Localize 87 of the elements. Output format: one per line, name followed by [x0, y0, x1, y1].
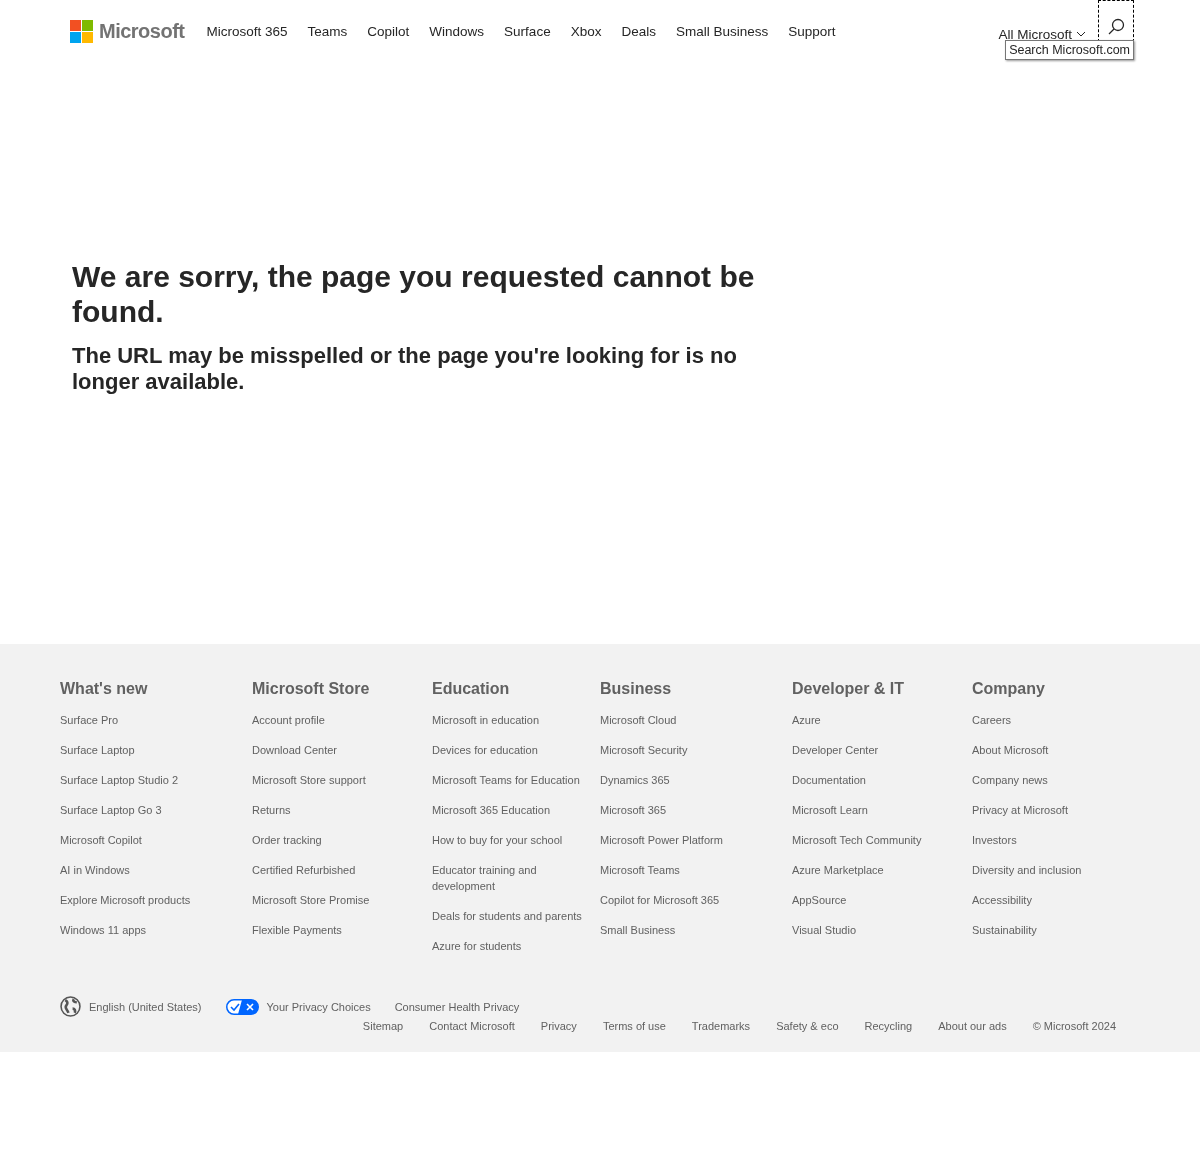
footer-link[interactable]: Microsoft Teams: [600, 862, 760, 878]
footer-heading: Company: [972, 680, 1046, 698]
footer-link[interactable]: Investors: [972, 832, 1132, 848]
footer-link[interactable]: Microsoft 365: [600, 802, 760, 818]
privacy-toggle-icon: [225, 998, 259, 1015]
footer-link[interactable]: Account profile: [252, 712, 412, 728]
footer-link[interactable]: Azure for students: [432, 938, 592, 954]
footer-link[interactable]: Explore Microsoft products: [60, 892, 220, 908]
footer-link[interactable]: Devices for education: [432, 742, 592, 758]
footer-link[interactable]: Download Center: [252, 742, 412, 758]
footer-link[interactable]: Safety & eco: [776, 1020, 839, 1032]
footer-link[interactable]: Microsoft Power Platform: [600, 832, 760, 848]
footer-link[interactable]: AI in Windows: [60, 862, 220, 878]
footer-link[interactable]: Visual Studio: [792, 922, 952, 938]
chevron-down-icon: [1076, 31, 1086, 37]
error-subtitle: The URL may be misspelled or the page you're looking for is no longer available.: [72, 343, 738, 395]
four-squares-icon: [70, 19, 93, 43]
footer-link[interactable]: Microsoft Copilot: [60, 832, 220, 848]
globe-icon: [60, 996, 81, 1017]
footer-link[interactable]: Microsoft 365 Education: [432, 802, 592, 818]
footer-link[interactable]: Microsoft in education: [432, 712, 592, 728]
nav-link[interactable]: Microsoft 365: [206, 19, 288, 43]
footer-link[interactable]: About our ads: [938, 1020, 1007, 1032]
footer-link[interactable]: Microsoft Store support: [252, 772, 412, 788]
footer-link[interactable]: Privacy: [540, 1020, 577, 1032]
footer-link[interactable]: Dynamics 365: [600, 772, 760, 788]
footer-link[interactable]: Consumer Health Privacy: [394, 1000, 520, 1013]
footer-link[interactable]: Developer Center: [792, 742, 952, 758]
footer-link[interactable]: Recycling: [864, 1020, 913, 1032]
footer-link[interactable]: Documentation: [792, 772, 952, 788]
footer-link[interactable]: Order tracking: [252, 832, 412, 848]
footer-link[interactable]: Returns: [252, 802, 412, 818]
nav-link[interactable]: Copilot: [367, 19, 410, 43]
footer-link[interactable]: How to buy for your school: [432, 832, 592, 848]
footer-link[interactable]: About Microsoft: [972, 742, 1132, 758]
nav-link[interactable]: Deals: [621, 19, 656, 43]
error-title: We are sorry, the page you requested cannot be found.: [72, 259, 756, 329]
nav-link[interactable]: Teams: [307, 19, 348, 43]
footer-link[interactable]: Sustainability: [972, 922, 1132, 938]
search-tooltip: Search Microsoft.com: [1005, 40, 1134, 60]
footer-link[interactable]: Deals for students and parents: [432, 908, 592, 924]
logo-text: Microsoft: [99, 19, 185, 43]
copyright: © Microsoft 2024: [1032, 1020, 1116, 1032]
search-icon: [1107, 18, 1125, 35]
nav-link[interactable]: Windows: [429, 19, 485, 43]
footer-link[interactable]: Company news: [972, 772, 1132, 788]
footer-link[interactable]: Azure: [792, 712, 952, 728]
footer-link[interactable]: Careers: [972, 712, 1132, 728]
footer-heading: Developer & IT: [792, 680, 906, 698]
footer-heading: What's new: [60, 680, 149, 698]
footer-link[interactable]: Educator training and development: [432, 862, 592, 894]
footer-link[interactable]: Surface Laptop Go 3: [60, 802, 220, 818]
footer-link[interactable]: Azure Marketplace: [792, 862, 952, 878]
footer-link[interactable]: Sitemap: [362, 1020, 404, 1032]
footer-link[interactable]: Surface Laptop: [60, 742, 220, 758]
footer-link[interactable]: Microsoft Learn: [792, 802, 952, 818]
privacy-choices-link[interactable]: Your Privacy Choices: [225, 998, 371, 1015]
footer-link[interactable]: Microsoft Security: [600, 742, 760, 758]
footer-link[interactable]: Small Business: [600, 922, 760, 938]
footer-link[interactable]: AppSource: [792, 892, 952, 908]
nav-link[interactable]: Surface: [504, 19, 551, 43]
microsoft-logo[interactable]: Microsoft: [70, 19, 185, 43]
footer-link[interactable]: Windows 11 apps: [60, 922, 220, 938]
footer-link[interactable]: Contact Microsoft: [429, 1020, 515, 1032]
search-button[interactable]: [1098, 0, 1134, 42]
footer-link[interactable]: Copilot for Microsoft 365: [600, 892, 760, 908]
footer-link[interactable]: Surface Pro: [60, 712, 220, 728]
footer-link[interactable]: Accessibility: [972, 892, 1132, 908]
footer-link[interactable]: Microsoft Teams for Education: [432, 772, 592, 788]
footer-link[interactable]: Microsoft Cloud: [600, 712, 760, 728]
footer-link[interactable]: Certified Refurbished: [252, 862, 412, 878]
nav-link[interactable]: Xbox: [570, 19, 602, 43]
footer-link[interactable]: Flexible Payments: [252, 922, 412, 938]
footer-link[interactable]: Surface Laptop Studio 2: [60, 772, 220, 788]
footer-heading: Business: [600, 680, 673, 698]
nav-link[interactable]: Small Business: [675, 19, 769, 43]
footer-link[interactable]: Microsoft Tech Community: [792, 832, 952, 848]
footer-heading: Microsoft Store: [252, 680, 371, 698]
footer-link[interactable]: Diversity and inclusion: [972, 862, 1132, 878]
footer-heading: Education: [432, 680, 511, 698]
footer-link[interactable]: Trademarks: [691, 1020, 751, 1032]
footer-link[interactable]: Terms of use: [602, 1020, 666, 1032]
footer-link[interactable]: Privacy at Microsoft: [972, 802, 1132, 818]
footer-link[interactable]: Microsoft Store Promise: [252, 892, 412, 908]
locale-selector[interactable]: English (United States): [60, 996, 202, 1017]
nav-link[interactable]: Support: [788, 19, 836, 43]
all-microsoft-menu[interactable]: All Microsoft: [998, 26, 1086, 42]
